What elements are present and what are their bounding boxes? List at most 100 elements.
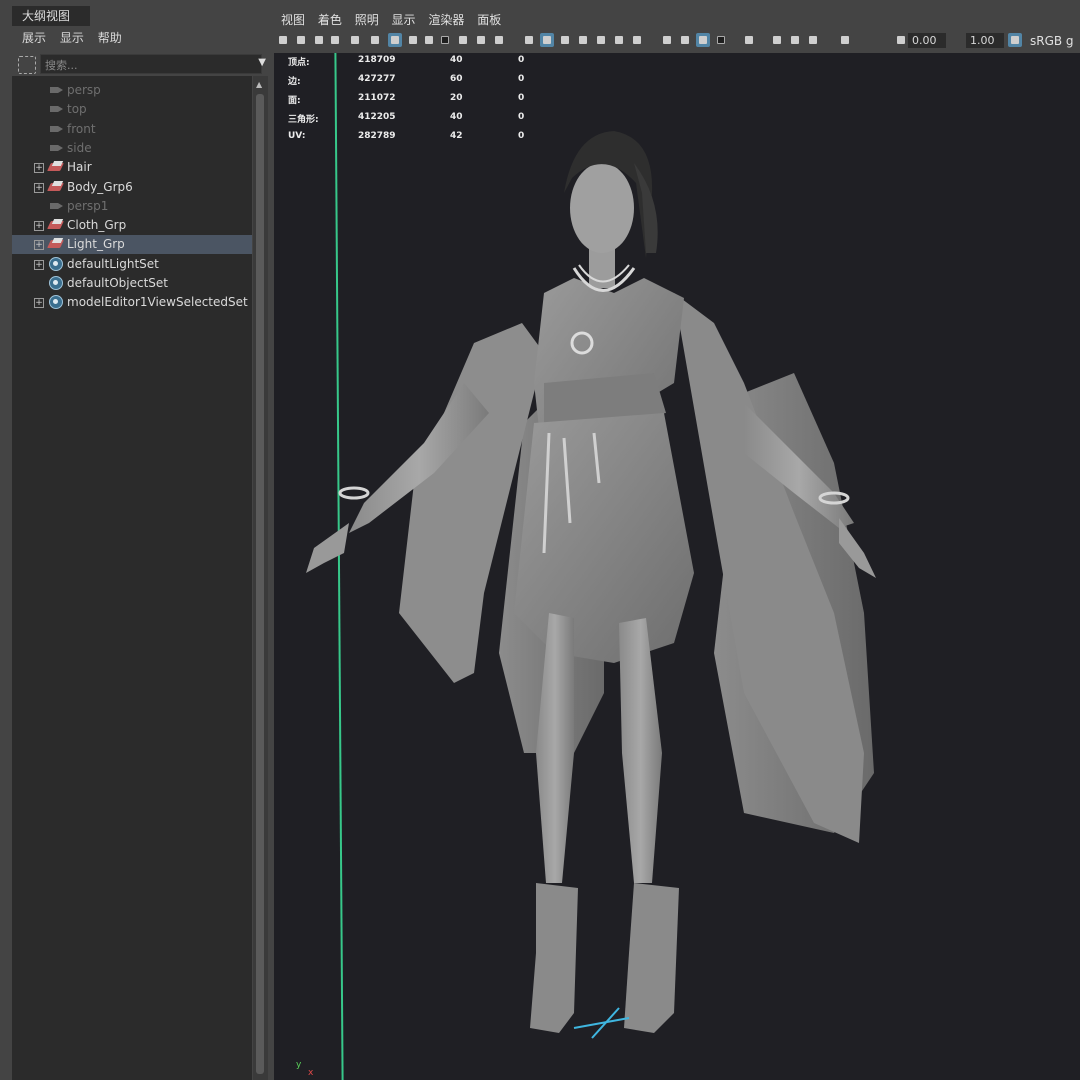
outliner-item-label: defaultObjectSet	[67, 276, 169, 290]
xray-joints-icon[interactable]	[788, 33, 802, 47]
shadows-icon[interactable]	[630, 33, 644, 47]
outliner-item-label: Hair	[67, 160, 92, 175]
outliner-item-body-grp6[interactable]: + Body_Grp6	[12, 178, 252, 197]
viewport-panel: 视图 着色 照明 显示 渲染器 面板 0.00 1.00 sRGB g 顶点: 2…	[272, 9, 1080, 1080]
exposure-field[interactable]: 0.00	[908, 33, 946, 48]
scrollbar-thumb[interactable]	[256, 94, 264, 1074]
wireframe-icon[interactable]	[522, 33, 536, 47]
wireframe-on-shaded-icon[interactable]	[576, 33, 590, 47]
expand-icon[interactable]: +	[34, 182, 44, 193]
menu-lighting[interactable]: 照明	[355, 9, 379, 31]
head	[570, 163, 634, 253]
camera-icon	[48, 83, 64, 97]
skirt	[514, 413, 694, 663]
group-icon	[48, 180, 64, 194]
left-hand	[306, 523, 349, 573]
scroll-up-icon[interactable]: ▲	[256, 80, 262, 89]
right-boot	[624, 883, 679, 1033]
outliner-item-label: Light_Grp	[67, 237, 125, 252]
menu-show-vp[interactable]: 显示	[392, 9, 416, 31]
expand-icon[interactable]: +	[34, 221, 44, 232]
axis-x-label: x	[308, 1068, 314, 1078]
smooth-shade-icon[interactable]	[540, 33, 554, 47]
outliner-item-defaultobjectset[interactable]: defaultObjectSet	[12, 274, 252, 293]
camera-icon	[48, 122, 64, 136]
outliner-item-label: modelEditor1ViewSelectedSet	[67, 295, 248, 310]
expand-icon[interactable]: +	[34, 240, 44, 251]
menu-panels[interactable]: 面板	[477, 9, 501, 31]
image-plane-icon[interactable]	[328, 33, 342, 47]
menu-help[interactable]: 帮助	[98, 27, 122, 49]
motion-blur-icon[interactable]	[678, 33, 692, 47]
camera-icon	[48, 199, 64, 213]
2d-pan-icon[interactable]	[348, 33, 362, 47]
exposure-icon[interactable]	[838, 33, 852, 47]
color-management-icon[interactable]	[1008, 33, 1022, 47]
screen-space-ao-icon[interactable]	[660, 33, 674, 47]
viewport-menubar: 视图 着色 照明 显示 渲染器 面板	[272, 9, 1080, 31]
search-dropdown-icon[interactable]: ▼	[258, 57, 266, 68]
menu-display[interactable]: 展示	[22, 27, 46, 49]
menu-shading[interactable]: 着色	[318, 9, 342, 31]
select-camera-icon[interactable]	[276, 33, 290, 47]
bookmark-icon[interactable]	[312, 33, 326, 47]
outliner-item-modeleditor1viewselectedset[interactable]: + modelEditor1ViewSelectedSet	[12, 293, 252, 312]
camera-icon	[48, 102, 64, 116]
safe-title-icon[interactable]	[492, 33, 506, 47]
anti-aliasing-icon[interactable]	[696, 33, 710, 47]
left-bracelet	[338, 486, 370, 500]
default-material-icon[interactable]	[558, 33, 572, 47]
outliner-item-light-grp[interactable]: + Light_Grp	[12, 235, 252, 255]
outliner-item-persp[interactable]: persp	[12, 81, 252, 100]
set-icon	[48, 295, 64, 310]
use-all-lights-icon[interactable]	[612, 33, 626, 47]
group-icon	[48, 218, 64, 232]
menu-show[interactable]: 显示	[60, 27, 84, 49]
outliner-item-persp1[interactable]: persp1	[12, 197, 252, 216]
outliner-tab[interactable]: 大纲视图	[12, 6, 90, 26]
outliner-item-cloth-grp[interactable]: + Cloth_Grp	[12, 216, 252, 235]
axis-y-label: y	[296, 1060, 302, 1070]
resolution-gate-icon[interactable]	[422, 33, 436, 47]
outliner-item-label: top	[67, 102, 87, 117]
outliner-item-side[interactable]: side	[12, 139, 252, 158]
search-placeholder: 搜索...	[45, 59, 78, 72]
outliner-scrollbar[interactable]: ▲	[253, 76, 268, 1080]
group-icon	[48, 237, 64, 251]
depth-of-field-icon[interactable]	[714, 33, 728, 47]
outliner-item-hair[interactable]: + Hair	[12, 158, 252, 177]
menu-renderer[interactable]: 渲染器	[428, 9, 464, 31]
camera-attributes-icon[interactable]	[294, 33, 308, 47]
field-chart-icon[interactable]	[456, 33, 470, 47]
outliner-item-front[interactable]: front	[12, 120, 252, 139]
film-gate-icon[interactable]	[406, 33, 420, 47]
safe-action-icon[interactable]	[474, 33, 488, 47]
outliner-item-defaultlightset[interactable]: + defaultLightSet	[12, 255, 252, 274]
isolate-select-icon[interactable]	[742, 33, 756, 47]
grid-icon[interactable]	[388, 33, 402, 47]
outliner-item-label: defaultLightSet	[67, 256, 159, 271]
grease-pencil-icon[interactable]	[368, 33, 382, 47]
set-icon	[48, 276, 64, 290]
viewport-toolbar: 0.00 1.00 sRGB g	[272, 31, 1080, 51]
gamma-field[interactable]: 1.00	[966, 33, 1004, 48]
expand-icon[interactable]: +	[34, 259, 44, 270]
textured-icon[interactable]	[594, 33, 608, 47]
filter-icon[interactable]	[18, 56, 36, 74]
gate-mask-icon[interactable]	[438, 33, 452, 47]
3d-viewport[interactable]: 顶点: 218709 40 0 边: 427277 60 0 面: 211072 20 0 三角形: 41…	[274, 53, 1080, 1080]
xray-icon[interactable]	[770, 33, 784, 47]
menu-view[interactable]: 视图	[281, 9, 305, 31]
character-model[interactable]	[274, 53, 1080, 1080]
gamma-icon[interactable]	[894, 33, 908, 47]
expand-icon[interactable]: +	[34, 298, 44, 309]
outliner-item-top[interactable]: top	[12, 100, 252, 119]
outliner-item-label: persp1	[67, 198, 109, 213]
search-input[interactable]: 搜索...	[40, 54, 262, 74]
color-space-label[interactable]: sRGB g	[1030, 34, 1074, 48]
right-leg	[619, 618, 662, 883]
outliner-search-bar: 搜索... ▼	[12, 53, 268, 75]
backface-culling-icon[interactable]	[806, 33, 820, 47]
outliner-item-label: side	[67, 140, 92, 155]
expand-icon[interactable]: +	[34, 163, 44, 174]
